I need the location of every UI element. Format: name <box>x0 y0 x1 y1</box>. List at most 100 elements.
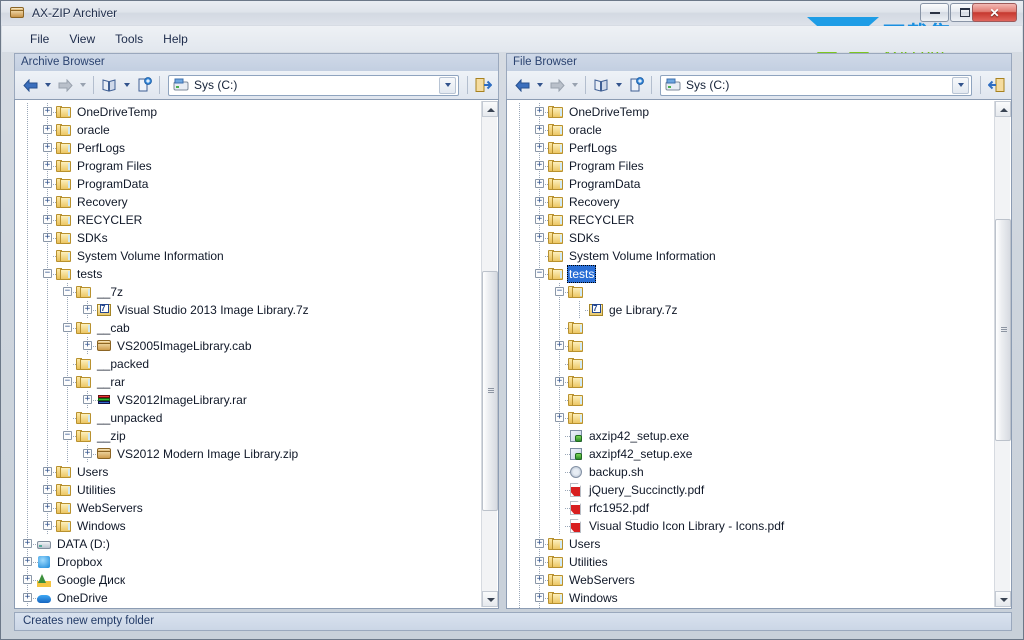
tree-row[interactable]: axzip42_setup.exe <box>507 427 993 445</box>
tree-expander-plus-icon[interactable]: + <box>43 125 52 134</box>
open-archive-dropdown[interactable] <box>120 74 133 96</box>
tree-row[interactable]: autoexec.bat <box>507 607 993 608</box>
address-dropdown-left[interactable] <box>439 76 456 94</box>
tree-expander-plus-icon[interactable]: + <box>43 467 52 476</box>
tree-expander-plus-icon[interactable]: + <box>535 125 544 134</box>
tree-row[interactable]: + ProgramData <box>507 175 993 193</box>
new-archive-button[interactable] <box>133 74 155 96</box>
tree-row[interactable]: + Recovery <box>15 193 480 211</box>
tree-row[interactable]: − tests <box>15 265 480 283</box>
tree-row[interactable]: jQuery_Succinctly.pdf <box>507 481 993 499</box>
tree-row[interactable]: backup.sh <box>507 463 993 481</box>
address-bar-right[interactable]: Sys (C:) <box>660 74 972 96</box>
tree-expander-plus-icon[interactable]: + <box>535 197 544 206</box>
forward-history-button[interactable] <box>76 74 89 96</box>
tree-row[interactable]: +7 Visual Studio 2013 Image Library.7z <box>15 301 480 319</box>
tree-row[interactable]: __unpacked <box>15 409 480 427</box>
close-button[interactable]: ✕ <box>972 3 1017 22</box>
scroll-down-button[interactable] <box>482 591 498 607</box>
tree-row[interactable]: + VS2005ImageLibrary.cab <box>15 337 480 355</box>
tree-row[interactable]: + RECYCLER <box>15 211 480 229</box>
tree-row[interactable]: + VS2012ImageLibrary.rar <box>15 391 480 409</box>
tree-expander-plus-icon[interactable]: + <box>23 575 32 584</box>
tree-row[interactable]: + Users <box>15 463 480 481</box>
tree-row[interactable]: + PerfLogs <box>507 139 993 157</box>
back-button[interactable] <box>19 74 41 96</box>
address-dropdown-right[interactable] <box>952 76 969 94</box>
tree-row[interactable]: + ProgramData <box>15 175 480 193</box>
tree-expander-plus-icon[interactable]: + <box>535 557 544 566</box>
tree-row[interactable]: axzipf42_setup.exe <box>507 445 993 463</box>
tree-row[interactable]: + Utilities <box>15 481 480 499</box>
menu-file[interactable]: File <box>20 29 59 49</box>
tree-expander-plus-icon[interactable]: + <box>555 413 564 422</box>
tree-expander-plus-icon[interactable]: + <box>535 179 544 188</box>
tree-expander-plus-icon[interactable]: + <box>555 341 564 350</box>
tree-row[interactable]: + oracle <box>15 121 480 139</box>
tree-expander-plus-icon[interactable]: + <box>43 503 52 512</box>
tree-row[interactable]: + SDKs <box>15 229 480 247</box>
tree-row[interactable]: + Windows <box>15 517 480 535</box>
new-archive-button[interactable] <box>625 74 647 96</box>
tree-expander-plus-icon[interactable]: + <box>43 161 52 170</box>
back-button[interactable] <box>511 74 533 96</box>
open-archive-button[interactable] <box>98 74 120 96</box>
forward-button[interactable] <box>54 74 76 96</box>
tree-row[interactable] <box>507 319 993 337</box>
tree-expander-plus-icon[interactable]: + <box>535 575 544 584</box>
tree-row[interactable]: − __zip <box>15 427 480 445</box>
tree-row[interactable]: + <box>507 337 993 355</box>
scroll-up-button[interactable] <box>482 101 498 117</box>
back-history-button[interactable] <box>41 74 54 96</box>
tree-row[interactable]: + SDKs <box>507 229 993 247</box>
tree-expander-plus-icon[interactable]: + <box>43 197 52 206</box>
tree-expander-plus-icon[interactable]: + <box>83 341 92 350</box>
tree-row[interactable]: − __7z <box>15 283 480 301</box>
tree-expander-plus-icon[interactable]: + <box>43 215 52 224</box>
tree-row[interactable] <box>507 391 993 409</box>
tree-expander-plus-icon[interactable]: + <box>535 593 544 602</box>
tree-expander-plus-icon[interactable]: + <box>535 107 544 116</box>
tree-row[interactable]: − __rar <box>15 373 480 391</box>
tree-expander-plus-icon[interactable]: + <box>43 521 52 530</box>
tree-expander-plus-icon[interactable]: + <box>535 143 544 152</box>
tree-row[interactable]: + WebServers <box>507 571 993 589</box>
tree-expander-minus-icon[interactable]: − <box>63 287 72 296</box>
scroll-up-button[interactable] <box>995 101 1011 117</box>
tree-row[interactable]: + Google Диск <box>15 571 480 589</box>
tree-row[interactable]: + Windows <box>507 589 993 607</box>
tree-row[interactable]: + VS2012 Modern Image Library.zip <box>15 445 480 463</box>
tree-row[interactable]: − __cab <box>15 319 480 337</box>
menu-view[interactable]: View <box>59 29 105 49</box>
tree-expander-plus-icon[interactable]: + <box>555 377 564 386</box>
tree-expander-plus-icon[interactable]: + <box>23 593 32 602</box>
tree-row[interactable]: 7 ge Library.7z <box>507 301 993 319</box>
tree-row[interactable]: + Program Files <box>15 157 480 175</box>
tree-expander-plus-icon[interactable]: + <box>535 215 544 224</box>
tree-expander-plus-icon[interactable]: + <box>43 233 52 242</box>
tree-expander-plus-icon[interactable]: + <box>43 179 52 188</box>
tree-row[interactable]: + Program Files <box>507 157 993 175</box>
tree-row[interactable]: + <box>507 373 993 391</box>
tree-row[interactable]: + OneDriveTemp <box>15 103 480 121</box>
tree-row[interactable]: Visual Studio Icon Library - Icons.pdf <box>507 517 993 535</box>
tree-expander-plus-icon[interactable]: + <box>535 233 544 242</box>
tree-expander-plus-icon[interactable]: + <box>535 539 544 548</box>
tree-row[interactable]: + OneDriveTemp <box>507 103 993 121</box>
tree-row[interactable] <box>507 355 993 373</box>
tree-row[interactable]: __packed <box>15 355 480 373</box>
archive-tree-scrollbar[interactable] <box>481 101 498 607</box>
tree-row[interactable]: + WebServers <box>15 499 480 517</box>
tree-expander-plus-icon[interactable]: + <box>23 539 32 548</box>
tree-expander-plus-icon[interactable]: + <box>43 485 52 494</box>
tree-expander-plus-icon[interactable]: + <box>23 557 32 566</box>
back-history-button[interactable] <box>533 74 546 96</box>
scroll-thumb[interactable] <box>482 271 498 511</box>
forward-history-button[interactable] <box>568 74 581 96</box>
tree-row[interactable]: − tests <box>507 265 993 283</box>
tree-row[interactable]: + Recovery <box>507 193 993 211</box>
tree-expander-plus-icon[interactable]: + <box>83 449 92 458</box>
file-tree-scrollbar[interactable] <box>994 101 1011 607</box>
menu-tools[interactable]: Tools <box>105 29 153 49</box>
tree-row[interactable]: + OneDrive <box>15 589 480 607</box>
